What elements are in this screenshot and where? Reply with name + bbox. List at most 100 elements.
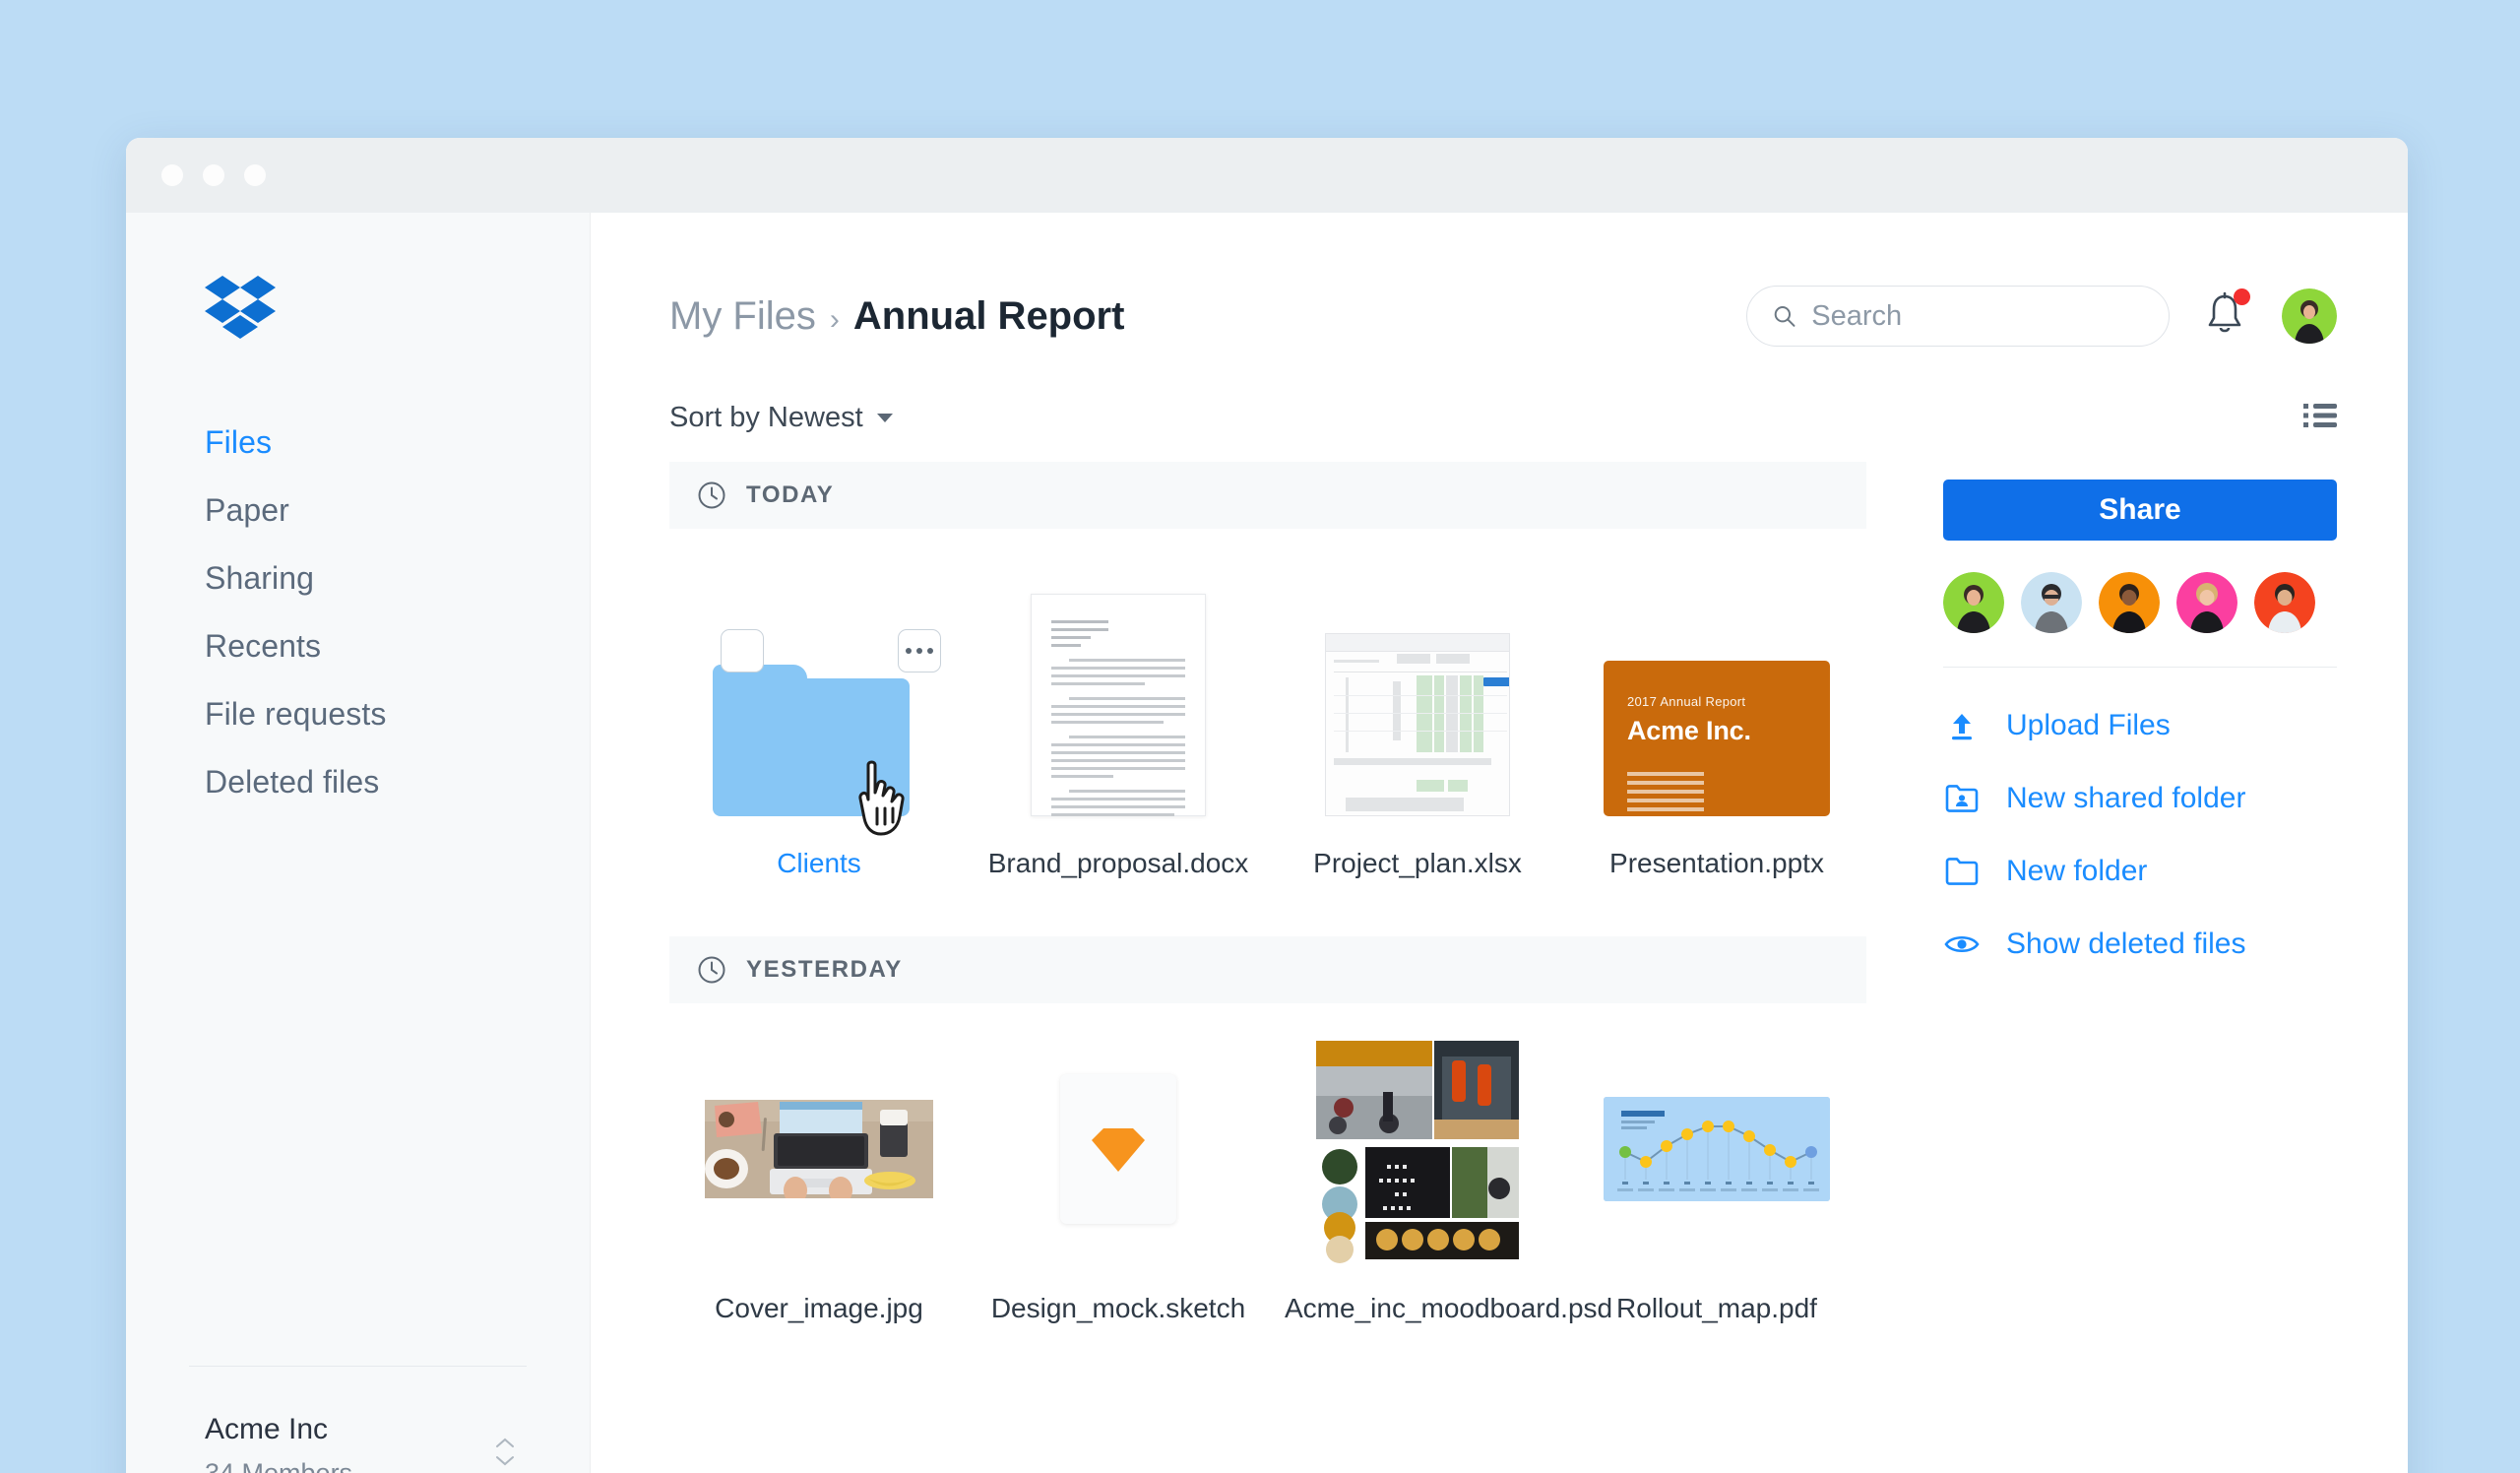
presentation-author-list — [1627, 772, 1830, 811]
sidebar-item-sharing[interactable]: Sharing — [126, 544, 590, 612]
sidebar: Files Paper Sharing Recents File request… — [126, 213, 591, 1473]
search-input[interactable] — [1811, 299, 2143, 333]
main-content: My Files › Annual Report Search Sort by … — [591, 213, 2408, 1473]
file-item-rollout-map[interactable]: Rollout_map.pdf — [1567, 1037, 1866, 1326]
folder-icon — [1943, 857, 1981, 886]
file-grid-today: Clients Brand_proposal.docx Project_plan… — [669, 529, 1866, 881]
member-avatar-5[interactable] — [2254, 572, 2315, 633]
account-switcher[interactable]: Acme Inc 34 Members — [126, 1366, 590, 1473]
sidebar-item-label: Files — [205, 424, 273, 460]
spreadsheet-thumbnail — [1325, 633, 1510, 816]
breadcrumb-current: Annual Report — [852, 293, 1125, 338]
show-deleted-files-action[interactable]: Show deleted files — [1943, 928, 2337, 961]
file-label: Project_plan.xlsx — [1313, 848, 1522, 878]
account-members: 34 Members — [205, 1457, 353, 1473]
sidebar-item-paper[interactable]: Paper — [126, 477, 590, 544]
new-folder-action[interactable]: New folder — [1943, 855, 2337, 888]
desktop-background: Files Paper Sharing Recents File request… — [0, 0, 2520, 1473]
dropbox-logo[interactable] — [205, 274, 590, 344]
sidebar-item-deleted-files[interactable]: Deleted files — [126, 748, 590, 816]
file-item-brand-proposal[interactable]: Brand_proposal.docx — [969, 562, 1268, 881]
folder-thumbnail — [713, 629, 941, 836]
photo-thumbnail — [705, 1100, 933, 1199]
sidebar-item-label: Paper — [205, 492, 289, 528]
panel-actions: Upload Files New shared folder New folde… — [1943, 709, 2337, 961]
document-thumbnail — [1031, 594, 1206, 816]
new-shared-folder-action[interactable]: New shared folder — [1943, 782, 2337, 815]
list-view-toggle[interactable] — [2303, 402, 2337, 434]
member-avatars — [1943, 572, 2337, 633]
app-window: Files Paper Sharing Recents File request… — [126, 138, 2408, 1473]
action-label: Show deleted files — [2006, 928, 2246, 960]
sidebar-item-label: Recents — [205, 628, 322, 664]
member-avatar-3[interactable] — [2099, 572, 2160, 633]
panel-divider — [1943, 667, 2337, 668]
file-checkbox[interactable] — [721, 629, 764, 672]
action-label: New shared folder — [2006, 782, 2246, 814]
account-switch-chevrons[interactable] — [495, 1438, 527, 1466]
presentation-thumbnail: 2017 Annual Report Acme Inc. — [1604, 661, 1830, 816]
file-label: Cover_image.jpg — [715, 1293, 923, 1324]
sidebar-item-label: File requests — [205, 696, 387, 732]
sidebar-item-label: Sharing — [205, 560, 314, 596]
breadcrumb-parent[interactable]: My Files — [669, 294, 816, 339]
group-label: TODAY — [746, 481, 835, 508]
file-label: Acme_inc_moodboard.psd — [1285, 1293, 1613, 1324]
presentation-subtitle: 2017 Annual Report — [1627, 694, 1746, 709]
file-browser: TODAY Clients Brand_proposal.docx Projec… — [669, 462, 1866, 1327]
file-item-moodboard[interactable]: Acme_inc_moodboard.psd — [1268, 1035, 1613, 1326]
file-item-project-plan[interactable]: Project_plan.xlsx — [1268, 562, 1567, 881]
window-minimize-dot[interactable] — [203, 164, 224, 186]
clock-icon — [698, 956, 725, 984]
member-avatar-2[interactable] — [2021, 572, 2082, 633]
shared-folder-icon — [1943, 784, 1981, 813]
sidebar-item-file-requests[interactable]: File requests — [126, 680, 590, 748]
member-avatar-1[interactable] — [1943, 572, 2004, 633]
file-item-cover-image[interactable]: Cover_image.jpg — [669, 1037, 969, 1326]
file-overflow-menu-button[interactable] — [898, 629, 941, 672]
file-label: Design_mock.sketch — [990, 1293, 1246, 1324]
notifications-button[interactable] — [2203, 288, 2250, 342]
file-label: Rollout_map.pdf — [1616, 1293, 1817, 1324]
breadcrumb-separator: › — [829, 302, 840, 336]
search-icon — [1774, 306, 1796, 327]
share-button[interactable]: Share — [1943, 480, 2337, 541]
list-view-icon — [2303, 404, 2337, 427]
avatar[interactable] — [2282, 288, 2337, 344]
file-label: Presentation.pptx — [1609, 848, 1824, 878]
share-button-label: Share — [2099, 493, 2181, 526]
moodboard-thumbnail — [1304, 1035, 1531, 1264]
mouse-cursor-icon — [858, 760, 905, 836]
search-box[interactable] — [1746, 286, 2170, 347]
group-header-yesterday: YESTERDAY — [669, 936, 1866, 1004]
group-label: YESTERDAY — [746, 956, 903, 984]
sidebar-nav: Files Paper Sharing Recents File request… — [126, 409, 590, 816]
sidebar-item-label: Deleted files — [205, 764, 380, 800]
file-item-clients[interactable]: Clients — [669, 562, 969, 881]
clock-icon — [698, 481, 725, 509]
sidebar-item-recents[interactable]: Recents — [126, 612, 590, 680]
sidebar-divider — [189, 1366, 527, 1368]
file-item-design-mock[interactable]: Design_mock.sketch — [969, 1037, 1268, 1326]
action-label: New folder — [2006, 855, 2148, 887]
file-label: Brand_proposal.docx — [987, 848, 1249, 878]
file-item-presentation[interactable]: 2017 Annual Report Acme Inc. Presentatio… — [1567, 562, 1866, 881]
chevron-down-icon — [496, 1455, 514, 1466]
action-label: Upload Files — [2006, 709, 2171, 741]
sidebar-item-files[interactable]: Files — [126, 409, 590, 477]
sort-dropdown[interactable]: Sort by Newest — [669, 402, 893, 434]
file-label: Clients — [777, 848, 861, 878]
upload-icon — [1943, 710, 1981, 741]
sketch-diamond-icon — [1092, 1128, 1145, 1173]
member-avatar-4[interactable] — [2176, 572, 2237, 633]
window-close-dot[interactable] — [161, 164, 183, 186]
chevron-up-icon — [496, 1438, 514, 1447]
sketch-thumbnail — [1060, 1074, 1176, 1225]
pdf-chart-thumbnail — [1604, 1097, 1830, 1202]
upload-files-action[interactable]: Upload Files — [1943, 709, 2337, 742]
window-maximize-dot[interactable] — [244, 164, 266, 186]
group-header-today: TODAY — [669, 462, 1866, 529]
notification-badge — [2234, 288, 2250, 305]
window-titlebar — [126, 138, 2408, 213]
sort-label: Sort by Newest — [669, 402, 863, 433]
